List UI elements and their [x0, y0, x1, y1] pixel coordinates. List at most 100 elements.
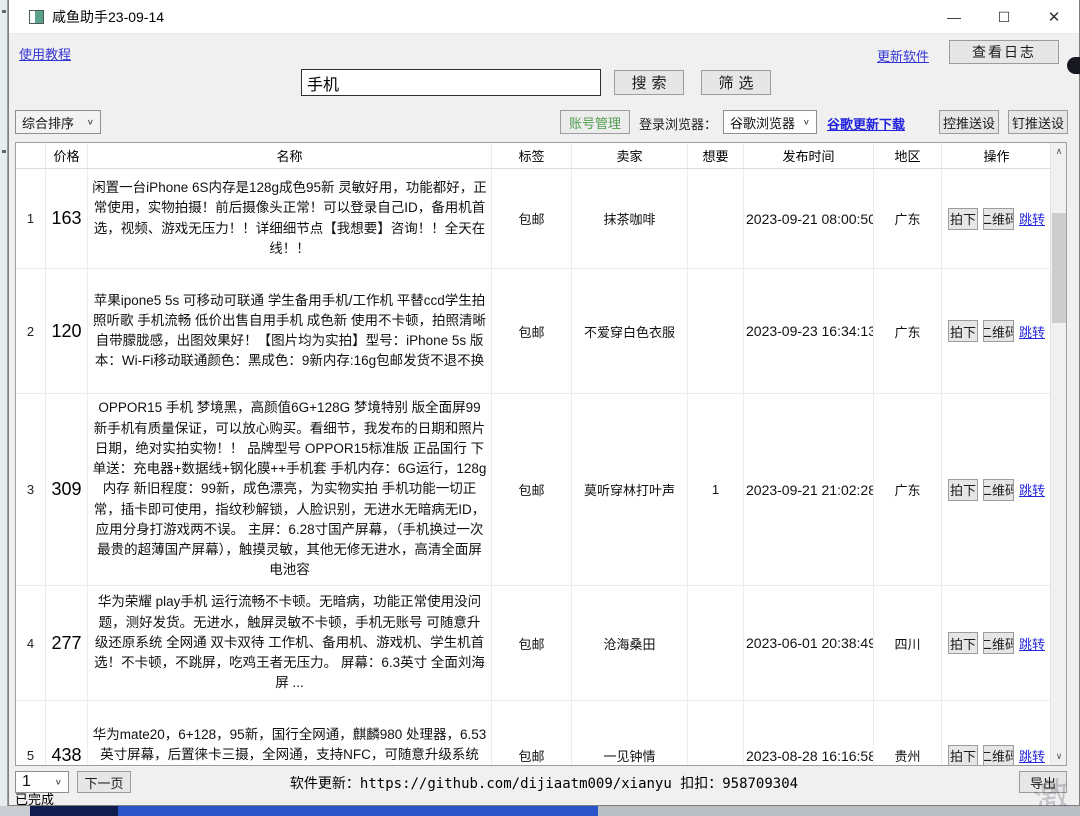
- search-row: 搜索 筛选: [9, 68, 1079, 98]
- header-region: 地区: [874, 143, 942, 168]
- view-log-button[interactable]: 查看日志: [949, 40, 1059, 64]
- buy-button[interactable]: 拍下: [948, 479, 978, 501]
- table-row: 3 309 OPPOR15 手机 梦境黑，高颜值6G+128G 梦境特别 版全面…: [16, 394, 1066, 586]
- app-icon: [29, 10, 44, 24]
- item-actions: 拍下 二维码 跳转: [942, 269, 1052, 393]
- item-publish-time: 2023-09-21 21:02:28: [744, 394, 874, 585]
- taskbar-segment: [30, 806, 118, 816]
- wx-push-settings-button[interactable]: 控推送设: [939, 110, 999, 134]
- buy-button[interactable]: 拍下: [948, 745, 978, 767]
- search-button[interactable]: 搜索: [614, 70, 684, 95]
- browser-select-value: 谷歌浏览器: [730, 113, 795, 132]
- header-index: [16, 143, 46, 168]
- chevron-down-icon: ∨: [803, 118, 810, 127]
- close-icon[interactable]: ✕: [1029, 0, 1079, 34]
- item-name: 苹果ipone5 5s 可移动可联通 学生备用手机/工作机 平替ccd学生拍照听…: [88, 269, 492, 393]
- ding-push-settings-button[interactable]: 钉推送设: [1008, 110, 1068, 134]
- item-region: 贵州: [874, 701, 942, 766]
- maximize-icon[interactable]: ☐: [979, 0, 1029, 34]
- item-actions: 拍下 二维码 跳转: [942, 586, 1052, 700]
- update-software-link[interactable]: 更新软件: [877, 46, 929, 65]
- header-time: 发布时间: [744, 143, 874, 168]
- titlebar: 咸鱼助手23-09-14 — ☐ ✕: [9, 0, 1079, 34]
- item-tag: 包邮: [492, 169, 572, 268]
- item-publish-time: 2023-08-28 16:16:58: [744, 701, 874, 766]
- filter-button[interactable]: 筛选: [701, 70, 771, 95]
- jump-link[interactable]: 跳转: [1019, 746, 1045, 765]
- item-tag: 包邮: [492, 269, 572, 393]
- account-manage-button[interactable]: 账号管理: [560, 110, 630, 134]
- footer-info-text: 软件更新：https://github.com/dijiaatm009/xian…: [9, 773, 1079, 793]
- jump-link[interactable]: 跳转: [1019, 634, 1045, 653]
- item-seller: 一见钟情: [572, 701, 688, 766]
- chevron-down-icon: ∨: [55, 778, 62, 787]
- sort-select-value: 综合排序: [22, 113, 74, 132]
- qr-code-button[interactable]: 二维码: [983, 745, 1014, 767]
- export-button[interactable]: 导出: [1019, 771, 1067, 793]
- header-seller: 卖家: [572, 143, 688, 168]
- app-window: 咸鱼助手23-09-14 — ☐ ✕ 使用教程 更新软件 查看日志 搜索 筛选 …: [8, 0, 1080, 806]
- sort-select[interactable]: 综合排序 ∨: [15, 110, 101, 134]
- header-name: 名称: [88, 143, 492, 168]
- item-region: 四川: [874, 586, 942, 700]
- row-index: 1: [16, 169, 46, 268]
- scrollbar-thumb[interactable]: [1052, 213, 1066, 323]
- item-region: 广东: [874, 169, 942, 268]
- item-tag: 包邮: [492, 394, 572, 585]
- table-row: 2 120 苹果ipone5 5s 可移动可联通 学生备用手机/工作机 平替cc…: [16, 269, 1066, 394]
- qr-code-button[interactable]: 二维码: [983, 208, 1014, 230]
- item-actions: 拍下 二维码 跳转: [942, 394, 1052, 585]
- item-publish-time: 2023-09-21 08:00:50: [744, 169, 874, 268]
- jump-link[interactable]: 跳转: [1019, 480, 1045, 499]
- scroll-up-icon[interactable]: ∧: [1051, 143, 1067, 160]
- footer-bar: 软件更新：https://github.com/dijiaatm009/xian…: [9, 770, 1079, 794]
- item-seller: 抹茶咖啡: [572, 169, 688, 268]
- item-price: 438: [46, 701, 88, 766]
- item-price: 120: [46, 269, 88, 393]
- item-region: 广东: [874, 394, 942, 585]
- chevron-down-icon: ∨: [87, 118, 94, 127]
- item-publish-time: 2023-09-23 16:34:13: [744, 269, 874, 393]
- item-want-count: [688, 269, 744, 393]
- background-window-sliver: [0, 0, 8, 806]
- item-want-count: [688, 169, 744, 268]
- jump-link[interactable]: 跳转: [1019, 209, 1045, 228]
- item-name: 华为荣耀 play手机 运行流畅不卡顿。无暗病，功能正常使用没问题，测好发货。无…: [88, 586, 492, 700]
- buy-button[interactable]: 拍下: [948, 632, 978, 654]
- taskbar-segment: [118, 806, 598, 816]
- row-index: 4: [16, 586, 46, 700]
- floating-widget-edge: [1067, 57, 1080, 74]
- chrome-update-link[interactable]: 谷歌更新下载: [827, 114, 905, 133]
- minimize-icon[interactable]: —: [929, 0, 979, 34]
- background-window-detail: [2, 150, 6, 153]
- qr-code-button[interactable]: 二维码: [983, 320, 1014, 342]
- item-publish-time: 2023-06-01 20:38:49: [744, 586, 874, 700]
- search-input[interactable]: [301, 69, 601, 96]
- browser-select[interactable]: 谷歌浏览器 ∨: [723, 110, 817, 134]
- item-tag: 包邮: [492, 586, 572, 700]
- item-name: OPPOR15 手机 梦境黑，高颜值6G+128G 梦境特别 版全面屏99新手机…: [88, 394, 492, 585]
- header-action: 操作: [942, 143, 1052, 168]
- jump-link[interactable]: 跳转: [1019, 322, 1045, 341]
- taskbar-segment: [598, 806, 1080, 816]
- item-seller: 不爱穿白色衣服: [572, 269, 688, 393]
- item-price: 277: [46, 586, 88, 700]
- item-actions: 拍下 二维码 跳转: [942, 701, 1052, 766]
- qr-code-button[interactable]: 二维码: [983, 479, 1014, 501]
- window-controls: — ☐ ✕: [929, 0, 1079, 34]
- background-window-detail: [2, 10, 6, 13]
- row-index: 5: [16, 701, 46, 766]
- next-page-button[interactable]: 下一页: [77, 771, 131, 793]
- header-want: 想要: [688, 143, 744, 168]
- table-header-row: 价格 名称 标签 卖家 想要 发布时间 地区 操作: [16, 143, 1066, 169]
- vertical-scrollbar[interactable]: ∧ ∨: [1050, 143, 1066, 765]
- qr-code-button[interactable]: 二维码: [983, 632, 1014, 654]
- table-body: 1 163 闲置一台iPhone 6S内存是128g成色95新 灵敏好用，功能都…: [16, 169, 1066, 766]
- scroll-down-icon[interactable]: ∨: [1051, 748, 1067, 765]
- row-index: 3: [16, 394, 46, 585]
- header-tag: 标签: [492, 143, 572, 168]
- table-row: 1 163 闲置一台iPhone 6S内存是128g成色95新 灵敏好用，功能都…: [16, 169, 1066, 269]
- buy-button[interactable]: 拍下: [948, 208, 978, 230]
- buy-button[interactable]: 拍下: [948, 320, 978, 342]
- tutorial-link[interactable]: 使用教程: [19, 44, 71, 63]
